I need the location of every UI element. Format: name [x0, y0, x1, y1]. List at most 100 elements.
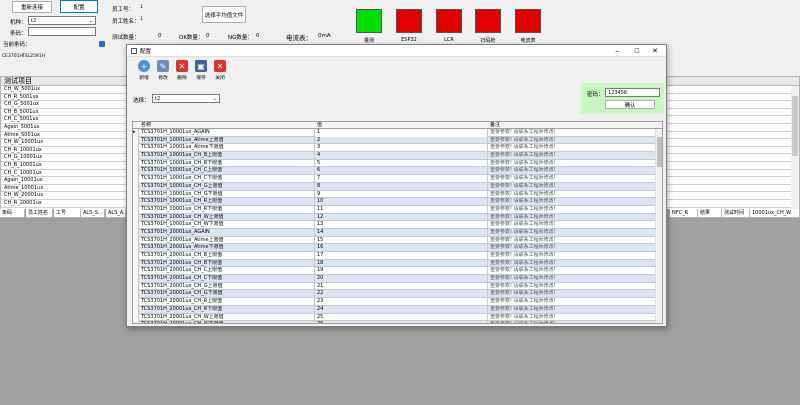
- cell-note[interactable]: 重要参数! 请联系工程师修改!: [489, 175, 657, 183]
- cell-name[interactable]: TCS3701H_10001ux_CH_B下限值: [140, 159, 315, 168]
- cell-name[interactable]: TCS3701H_10001ux_CH_W下限值: [140, 221, 315, 229]
- test-items-scrollbar[interactable]: [791, 86, 799, 210]
- row-header[interactable]: [133, 167, 139, 176]
- row-header[interactable]: [133, 228, 139, 237]
- dialog-select[interactable]: t2 ⌄: [152, 94, 220, 103]
- config-grid-scrollbar[interactable]: [655, 129, 662, 323]
- row-header[interactable]: [133, 244, 139, 252]
- cell-value[interactable]: 15: [316, 236, 488, 245]
- cell-name[interactable]: TCS3701H_10001ux_Atime下限值: [140, 144, 315, 153]
- cell-name[interactable]: TCS3701H_20001ux_CH_C上限值: [140, 267, 315, 276]
- table-row[interactable]: TCS3701H_20001ux_CH_W上限值 25 重要参数! 请联系工程师修改…: [133, 313, 662, 322]
- table-row[interactable]: TCS3701H_20001ux_CH_B上限值 17 重要参数! 请联系工程师修改…: [133, 252, 662, 260]
- results-grid-column-header[interactable]: 10001ux_CH_W: [750, 209, 800, 218]
- cell-note[interactable]: 重要参数! 请联系工程师修改!: [489, 298, 657, 306]
- cell-name[interactable]: TCS3701H_20001ux_CH_C下限值: [140, 275, 315, 283]
- cell-note[interactable]: 重要参数! 请联系工程师修改!: [489, 159, 657, 168]
- cell-value[interactable]: 23: [316, 298, 488, 306]
- table-row[interactable]: TCS3701H_10001ux_CH_W上限值 12 重要参数! 请联系工程师修改…: [133, 213, 662, 222]
- cell-name[interactable]: TCS3701H_20001ux_CH_R上限值: [140, 298, 315, 306]
- row-header[interactable]: [133, 190, 139, 199]
- row-header[interactable]: [133, 298, 139, 306]
- cell-value[interactable]: 13: [316, 221, 488, 229]
- col-name[interactable]: 名称: [141, 122, 151, 129]
- table-row[interactable]: TCS3701H_10001ux_CH_C上限值 6 重要参数! 请联系工程师修改!: [133, 167, 662, 176]
- cell-value[interactable]: 5: [316, 159, 488, 168]
- cell-name[interactable]: TCS3701H_10001ux_CH_B上限值: [140, 152, 315, 160]
- maximize-icon[interactable]: ☐: [628, 45, 646, 57]
- table-row[interactable]: TCS3701H_10001ux_CH_G下限值 9 重要参数! 请联系工程师修改!: [133, 190, 662, 199]
- cell-name[interactable]: TCS3701H_20001ux_Atime上限值: [140, 236, 315, 245]
- row-header[interactable]: ▸: [133, 129, 139, 137]
- results-grid-column-header[interactable]: 工号: [54, 209, 81, 218]
- window-close-icon[interactable]: ✕: [646, 45, 664, 57]
- cell-note[interactable]: 重要参数! 请联系工程师修改!: [489, 144, 657, 153]
- cell-name[interactable]: TCS3701H_10001ux_CH_R上限值: [140, 198, 315, 206]
- results-grid-column-header[interactable]: 员工姓名: [26, 209, 53, 218]
- table-row[interactable]: TCS3701H_20001ux_Atime上限值 15 重要参数! 请联系工程师修…: [133, 236, 662, 245]
- cell-note[interactable]: 重要参数! 请联系工程师修改!: [489, 205, 657, 214]
- row-header[interactable]: [133, 305, 139, 314]
- row-header[interactable]: [133, 290, 139, 299]
- cell-value[interactable]: 3: [316, 144, 488, 153]
- cell-value[interactable]: 12: [316, 213, 488, 222]
- table-row[interactable]: TCS3701H_20001ux_CH_G上限值 21 重要参数! 请联系工程师修改…: [133, 282, 662, 291]
- cell-value[interactable]: 21: [316, 282, 488, 291]
- cell-note[interactable]: 重要参数! 请联系工程师修改!: [489, 244, 657, 252]
- cell-note[interactable]: 重要参数! 请联系工程师修改!: [489, 252, 657, 260]
- cell-value[interactable]: 25: [316, 313, 488, 322]
- cell-note[interactable]: 重要参数! 请联系工程师修改!: [489, 259, 657, 268]
- results-grid-column-header[interactable]: 结果: [698, 209, 722, 218]
- cell-note[interactable]: 重要参数! 请联系工程师修改!: [489, 190, 657, 199]
- checkbox[interactable]: [99, 41, 105, 47]
- row-header[interactable]: [133, 205, 139, 214]
- cell-name[interactable]: TCS3701H_20001ux_CH_G下限值: [140, 290, 315, 299]
- row-header[interactable]: [133, 182, 139, 191]
- table-row[interactable]: TCS3701H_20001ux_CH_G下限值 22 重要参数! 请联系工程师修改…: [133, 290, 662, 299]
- minimize-icon[interactable]: –: [608, 45, 626, 57]
- row-header[interactable]: [133, 236, 139, 245]
- cell-note[interactable]: 重要参数! 请联系工程师修改!: [489, 136, 657, 145]
- table-row[interactable]: TCS3701H_10001ux_CH_R下限值 11 重要参数! 请联系工程师修改…: [133, 205, 662, 214]
- results-grid-column-header[interactable]: 测试时间: [722, 209, 750, 218]
- cell-note[interactable]: 重要参数! 请联系工程师修改!: [489, 236, 657, 245]
- cell-note[interactable]: 重要参数! 请联系工程师修改!: [489, 213, 657, 222]
- password-input[interactable]: 123456: [605, 88, 660, 97]
- cell-note[interactable]: 重要参数! 请联系工程师修改!: [489, 167, 657, 176]
- table-row[interactable]: TCS3701H_10001ux_CH_C下限值 7 重要参数! 请联系工程师修改!: [133, 175, 662, 183]
- cell-name[interactable]: TCS3701H_10001ux_CH_C下限值: [140, 175, 315, 183]
- table-row[interactable]: TCS3701H_10001ux_CH_W下限值 13 重要参数! 请联系工程师修改…: [133, 221, 662, 229]
- reconnect-button[interactable]: 重新连接: [12, 1, 52, 13]
- row-header[interactable]: [133, 152, 139, 160]
- cell-value[interactable]: 24: [316, 305, 488, 314]
- row-header[interactable]: [133, 198, 139, 206]
- cell-value[interactable]: 18: [316, 259, 488, 268]
- cell-note[interactable]: 重要参数! 请联系工程师修改!: [489, 321, 657, 323]
- table-row[interactable]: TCS3701H_20001ux_CH_R下限值 24 重要参数! 请联系工程师修改…: [133, 305, 662, 314]
- cell-name[interactable]: TCS3701H_10001ux_CH_W上限值: [140, 213, 315, 222]
- cell-name[interactable]: TCS3701H_20001ux_AGAIN: [140, 228, 315, 237]
- row-header[interactable]: [133, 175, 139, 183]
- cell-value[interactable]: 10: [316, 198, 488, 206]
- cell-note[interactable]: 重要参数! 请联系工程师修改!: [489, 282, 657, 291]
- table-row[interactable]: TCS3701H_10001ux_CH_B下限值 5 重要参数! 请联系工程师修改!: [133, 159, 662, 168]
- cell-name[interactable]: TCS3701H_10001ux_CH_C上限值: [140, 167, 315, 176]
- table-row[interactable]: TCS3701H_20001ux_AGAIN 14 重要参数! 请联系工程师修改!: [133, 228, 662, 237]
- cell-value[interactable]: 8: [316, 182, 488, 191]
- cell-name[interactable]: TCS3701H_20001ux_Atime下限值: [140, 244, 315, 252]
- select-average-file-button[interactable]: 选择平均值文件: [202, 6, 246, 23]
- cell-note[interactable]: 重要参数! 请联系工程师修改!: [489, 290, 657, 299]
- cell-note[interactable]: 重要参数! 请联系工程师修改!: [489, 221, 657, 229]
- cell-name[interactable]: TCS3701H_10001ux_CH_R下限值: [140, 205, 315, 214]
- cell-name[interactable]: TCS3701H_20001ux_CH_G上限值: [140, 282, 315, 291]
- table-row[interactable]: TCS3701H_20001ux_CH_C下限值 20 重要参数! 请联系工程师修改…: [133, 275, 662, 283]
- table-row[interactable]: ▸ TCS3701H_10001ux_AGAIN 1 重要参数! 请联系工程师修改!: [133, 129, 662, 137]
- row-header[interactable]: [133, 259, 139, 268]
- cell-name[interactable]: TCS3701H_20001ux_CH_B下限值: [140, 259, 315, 268]
- row-header[interactable]: [133, 282, 139, 291]
- cell-value[interactable]: 19: [316, 267, 488, 276]
- table-row[interactable]: TCS3701H_10001ux_Atime上限值 2 重要参数! 请联系工程师修改…: [133, 136, 662, 145]
- cell-value[interactable]: 26: [316, 321, 488, 323]
- row-header[interactable]: [133, 252, 139, 260]
- cell-note[interactable]: 重要参数! 请联系工程师修改!: [489, 152, 657, 160]
